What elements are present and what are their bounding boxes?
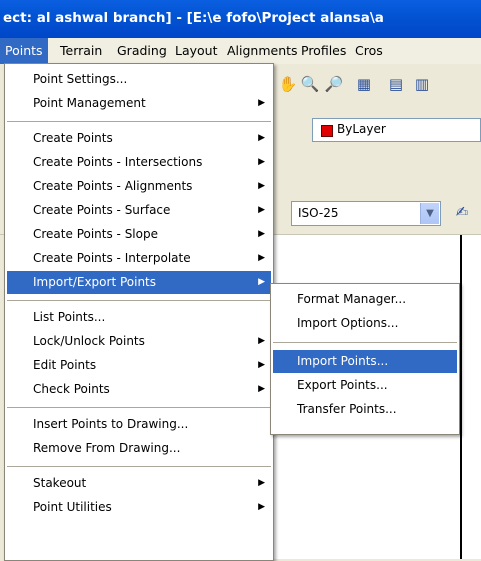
- menu-separator: [7, 407, 271, 408]
- menu-grading[interactable]: Grading: [112, 38, 172, 64]
- menu-alignments[interactable]: Alignments: [222, 38, 303, 64]
- menu-item-remove-from-drawing[interactable]: Remove From Drawing...: [7, 437, 271, 460]
- import-export-submenu: Format Manager... Import Options... Impo…: [270, 283, 460, 435]
- menu-item-import-options[interactable]: Import Options...: [273, 312, 457, 335]
- color-swatch: [321, 125, 333, 137]
- menu-separator: [7, 300, 271, 301]
- submenu-arrow-icon: ▶: [258, 205, 265, 215]
- menu-item-transfer-points[interactable]: Transfer Points...: [273, 398, 457, 421]
- window-title: ect: al ashwal branch] - [E:\e fofo\Proj…: [3, 10, 384, 26]
- drawing-line: [460, 235, 462, 559]
- tool-palettes-icon[interactable]: ▥: [412, 74, 432, 94]
- submenu-arrow-icon: ▶: [258, 478, 265, 488]
- menu-item-point-utilities[interactable]: Point Utilities ▶: [7, 496, 271, 519]
- menu-item-point-management[interactable]: Point Management ▶: [7, 92, 271, 115]
- submenu-arrow-icon: ▶: [258, 133, 265, 143]
- menu-item-point-settings[interactable]: Point Settings...: [7, 68, 271, 91]
- menu-bar: Points Terrain Grading Layout Alignments…: [0, 38, 481, 64]
- menu-cross-sections[interactable]: Cros: [350, 38, 388, 64]
- submenu-arrow-icon: ▶: [258, 98, 265, 108]
- dimension-style-value: ISO-25: [298, 206, 339, 220]
- chevron-down-icon[interactable]: ▼: [420, 203, 439, 224]
- dimension-style-icon[interactable]: ✍: [452, 202, 472, 222]
- menu-separator: [7, 466, 271, 467]
- menu-item-create-points-surface[interactable]: Create Points - Surface ▶: [7, 199, 271, 222]
- submenu-arrow-icon: ▶: [258, 384, 265, 394]
- menu-layout[interactable]: Layout: [170, 38, 223, 64]
- menu-points[interactable]: Points: [0, 38, 48, 64]
- menu-item-check-points[interactable]: Check Points ▶: [7, 378, 271, 401]
- menu-item-create-points-intersections[interactable]: Create Points - Intersections ▶: [7, 151, 271, 174]
- window-title-bar: ect: al ashwal branch] - [E:\e fofo\Proj…: [0, 0, 481, 38]
- submenu-arrow-icon: ▶: [258, 336, 265, 346]
- menu-item-format-manager[interactable]: Format Manager...: [273, 288, 457, 311]
- menu-item-export-points[interactable]: Export Points...: [273, 374, 457, 397]
- submenu-arrow-icon: ▶: [258, 229, 265, 239]
- submenu-arrow-icon: ▶: [258, 157, 265, 167]
- submenu-arrow-icon: ▶: [258, 253, 265, 263]
- menu-profiles[interactable]: Profiles: [296, 38, 351, 64]
- menu-item-create-points-slope[interactable]: Create Points - Slope ▶: [7, 223, 271, 246]
- menu-item-import-export-points[interactable]: Import/Export Points ▶: [7, 271, 271, 294]
- menu-item-create-points-interpolate[interactable]: Create Points - Interpolate ▶: [7, 247, 271, 270]
- menu-item-insert-points-to-drawing[interactable]: Insert Points to Drawing...: [7, 413, 271, 436]
- menu-item-import-points[interactable]: Import Points...: [273, 350, 457, 373]
- menu-separator: [273, 342, 457, 343]
- menu-terrain[interactable]: Terrain: [55, 38, 107, 64]
- menu-item-lock-unlock-points[interactable]: Lock/Unlock Points ▶: [7, 330, 271, 353]
- menu-separator: [7, 121, 271, 122]
- zoom-realtime-icon[interactable]: 🔍: [300, 74, 320, 94]
- zoom-previous-icon[interactable]: 🔎: [324, 74, 344, 94]
- submenu-arrow-icon: ▶: [258, 360, 265, 370]
- menu-item-create-points[interactable]: Create Points ▶: [7, 127, 271, 150]
- design-center-icon[interactable]: ▤: [386, 74, 406, 94]
- dimension-style-dropdown[interactable]: ISO-25 ▼: [291, 201, 441, 226]
- menu-item-list-points[interactable]: List Points...: [7, 306, 271, 329]
- points-menu: Point Settings... Point Management ▶ Crea…: [4, 63, 274, 561]
- properties-icon[interactable]: ▦: [354, 74, 374, 94]
- menu-item-create-points-alignments[interactable]: Create Points - Alignments ▶: [7, 175, 271, 198]
- menu-item-stakeout[interactable]: Stakeout ▶: [7, 472, 271, 495]
- submenu-arrow-icon: ▶: [258, 502, 265, 512]
- menu-item-edit-points[interactable]: Edit Points ▶: [7, 354, 271, 377]
- pan-icon[interactable]: ✋: [278, 74, 298, 94]
- layer-color-value: ByLayer: [337, 122, 386, 136]
- submenu-arrow-icon: ▶: [258, 277, 265, 287]
- submenu-arrow-icon: ▶: [258, 181, 265, 191]
- layer-color-dropdown[interactable]: ByLayer: [312, 118, 481, 142]
